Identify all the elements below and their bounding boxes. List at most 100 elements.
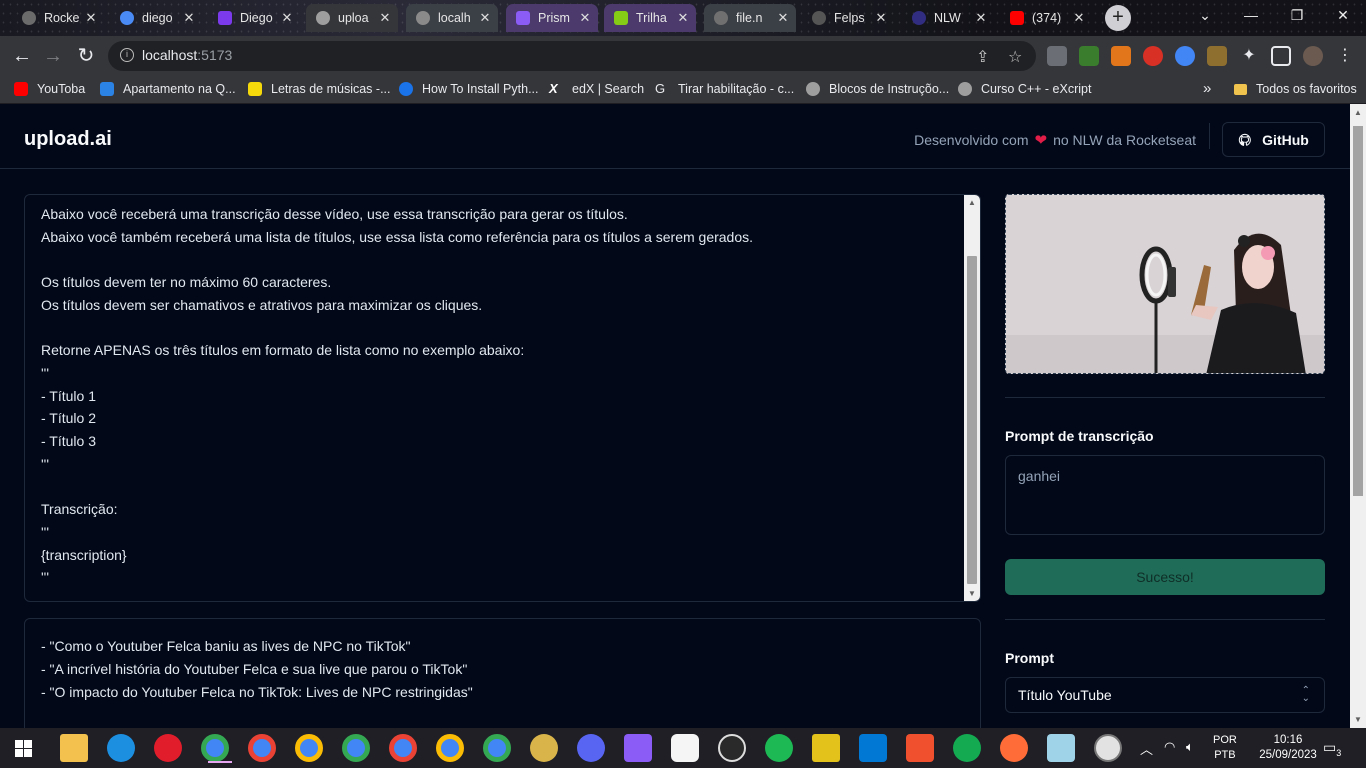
close-window-button[interactable]: ✕ [1320,0,1366,30]
bookmark-install-python[interactable]: How To Install Pyth... [399,82,539,96]
bookmark-curso-cpp[interactable]: Curso C++ - eXcript [958,82,1091,96]
vscode-icon[interactable] [859,734,887,762]
opera-icon[interactable] [154,734,182,762]
url-text[interactable]: localhost:5173 [142,47,232,63]
chrome-profile-icon[interactable] [295,734,323,762]
media-player-icon[interactable] [1094,734,1122,762]
tab-rocketseat[interactable]: Rocke ✕ [12,4,104,32]
close-tab-icon[interactable]: ✕ [872,10,890,26]
all-bookmarks[interactable]: Todos os favoritos [1234,82,1357,96]
git-icon[interactable] [906,734,934,762]
tab-google-search[interactable]: diego ✕ [110,4,202,32]
bookmark-habilitacao[interactable]: G Tirar habilitação - c... [655,82,794,97]
scroll-up-icon[interactable]: ▲ [1350,108,1366,117]
reload-icon[interactable]: ↻ [73,44,99,68]
close-tab-icon[interactable]: ✕ [180,10,198,26]
forward-icon[interactable]: → [40,44,66,68]
bookmark-apartamento[interactable]: Apartamento na Q... [100,82,236,96]
restore-button[interactable]: ❐ [1274,0,1320,30]
menu-icon[interactable]: ⋮ [1335,46,1355,66]
scrollbar-thumb[interactable] [1353,126,1363,496]
avatar[interactable] [1303,46,1323,66]
mongodb-icon[interactable] [953,734,981,762]
site-info-icon[interactable]: i [120,48,134,62]
chrome-profile-icon[interactable] [483,734,511,762]
tab-upload-ai[interactable]: uploa ✕ [306,4,398,32]
close-tab-icon[interactable]: ✕ [278,10,296,26]
tab-diego[interactable]: Diego ✕ [208,4,300,32]
miro-icon[interactable] [812,734,840,762]
prompt-text[interactable]: Abaixo você receberá uma transcrição des… [41,203,961,589]
postman-icon[interactable] [1000,734,1028,762]
notepad-icon[interactable] [1047,734,1075,762]
tab-youtube[interactable]: (374) ✕ [1000,4,1092,32]
page-scrollbar[interactable]: ▲ ▼ [1350,104,1366,728]
chrome-profile-icon[interactable] [248,734,276,762]
chrome-profile-icon[interactable] [389,734,417,762]
prompt-scrollbar[interactable]: ▲ ▼ [964,195,980,601]
bookmark-star-icon[interactable]: ☆ [1008,47,1022,67]
tab-file[interactable]: file.n ✕ [704,4,796,32]
discord-icon[interactable] [577,734,605,762]
extension-icon[interactable] [1079,46,1099,66]
tab-prisma[interactable]: Prism ✕ [506,4,598,32]
volume-icon[interactable]: 🔈︎ [1186,739,1194,755]
video-editor-icon[interactable] [624,734,652,762]
puzzle-icon[interactable]: ✦ [1239,46,1259,66]
extension-icon[interactable] [1047,46,1067,66]
back-icon[interactable]: ← [9,44,35,68]
bookmark-youtoba[interactable]: YouToba [14,82,85,96]
clock[interactable]: 10:16 25/09/2023 [1257,733,1319,763]
notifications-icon[interactable]: ▭3 [1323,739,1341,758]
success-button[interactable]: Sucesso! [1005,559,1325,595]
extension-icon[interactable] [1175,46,1195,66]
chrome-icon[interactable] [201,734,232,763]
spotify-icon[interactable] [765,734,793,762]
tab-trilha[interactable]: Trilha ✕ [604,4,696,32]
metamask-icon[interactable] [1111,46,1131,66]
scrollbar-thumb[interactable] [967,256,977,584]
close-tab-icon[interactable]: ✕ [774,10,792,26]
bookmarks-overflow-icon[interactable]: » [1203,80,1211,97]
scroll-up-icon[interactable]: ▲ [964,198,980,207]
scroll-down-icon[interactable]: ▼ [964,589,980,598]
transcription-prompt-input[interactable]: ganhei [1005,455,1325,535]
close-tab-icon[interactable]: ✕ [1070,10,1088,26]
prompt-select[interactable]: Título YouTube ⌃ ⌄ [1005,677,1325,713]
share-icon[interactable]: ⇪ [976,47,989,67]
close-tab-icon[interactable]: ✕ [576,10,594,26]
bookmark-blocos[interactable]: Blocos de Instruçõo... [806,82,949,96]
close-tab-icon[interactable]: ✕ [674,10,692,26]
input-language[interactable]: POR PTB [1213,733,1237,763]
tab-nlw[interactable]: NLW ✕ [902,4,994,32]
file-explorer-icon[interactable] [60,734,88,762]
side-panel-icon[interactable] [1271,46,1291,66]
edge-icon[interactable] [107,734,135,762]
chrome-profile-icon[interactable] [342,734,370,762]
result-textarea[interactable]: - "Como o Youtuber Felca baniu as lives … [24,618,981,728]
minimize-button[interactable]: — [1228,0,1274,30]
tab-search-icon[interactable]: ⌄ [1182,0,1228,30]
capcut-icon[interactable] [671,734,699,762]
tab-localhost[interactable]: localh ✕ [406,4,498,32]
address-bar[interactable]: i localhost:5173 ⇪ ☆ [108,41,1036,71]
bookmark-letras[interactable]: Letras de músicas -... [248,82,391,96]
scroll-down-icon[interactable]: ▼ [1350,715,1366,724]
close-tab-icon[interactable]: ✕ [376,10,394,26]
video-preview[interactable] [1005,194,1325,374]
close-tab-icon[interactable]: ✕ [476,10,494,26]
new-tab-button[interactable]: + [1105,5,1131,31]
adblock-icon[interactable] [1143,46,1163,66]
extension-icon[interactable] [1207,46,1227,66]
bee-app-icon[interactable] [530,734,558,762]
tab-felps[interactable]: Felps ✕ [802,4,894,32]
chrome-profile-icon[interactable] [436,734,464,762]
prompt-textarea[interactable]: Abaixo você receberá uma transcrição des… [24,194,981,602]
result-text[interactable]: - "Como o Youtuber Felca baniu as lives … [41,635,473,704]
obs-icon[interactable] [718,734,746,762]
bookmark-edx[interactable]: X edX | Search [549,82,644,97]
close-tab-icon[interactable]: ✕ [82,10,100,26]
close-tab-icon[interactable]: ✕ [972,10,990,26]
windows-start-icon[interactable] [15,740,32,757]
wifi-icon[interactable]: ◠ [1164,739,1175,755]
